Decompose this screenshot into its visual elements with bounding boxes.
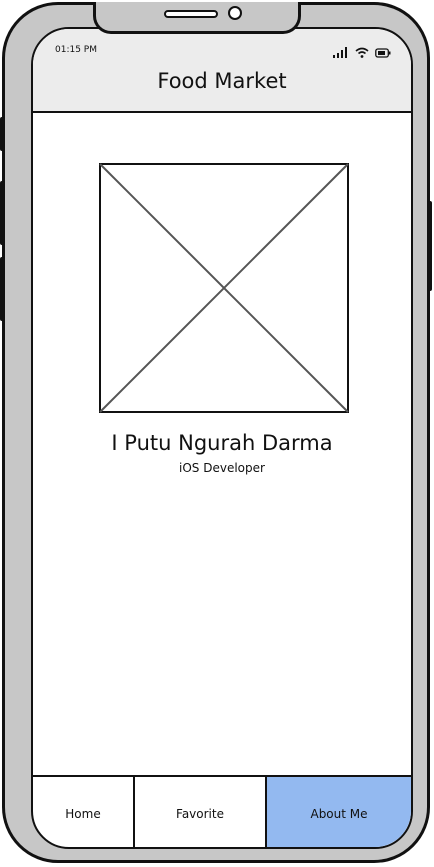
camera-icon — [228, 6, 242, 20]
header: 01:15 PM Food Market — [33, 29, 411, 113]
profile-image-placeholder — [99, 163, 349, 413]
tab-favorite[interactable]: Favorite — [133, 777, 265, 847]
page-title: Food Market — [157, 69, 287, 93]
battery-icon — [375, 43, 391, 62]
tab-favorite-label: Favorite — [176, 807, 224, 821]
status-icons — [333, 43, 391, 62]
side-button-volume-down — [0, 257, 4, 321]
side-button-mute — [0, 117, 4, 151]
tab-bar: Home Favorite About Me — [33, 775, 411, 847]
signal-icon — [333, 43, 349, 62]
side-button-volume-up — [0, 181, 4, 245]
profile-role: iOS Developer — [179, 461, 265, 475]
wifi-icon — [355, 43, 369, 62]
tab-about-me-label: About Me — [310, 807, 368, 821]
tab-home[interactable]: Home — [33, 777, 133, 847]
screen: 01:15 PM Food Market I Putu Ngurah Darma… — [31, 27, 413, 849]
speaker-icon — [164, 10, 218, 18]
status-time: 01:15 PM — [55, 45, 97, 55]
profile-name: I Putu Ngurah Darma — [111, 431, 333, 455]
side-button-power — [428, 201, 432, 291]
tab-about-me[interactable]: About Me — [265, 777, 411, 847]
tab-home-label: Home — [65, 807, 101, 821]
notch — [93, 2, 301, 34]
phone-frame: 01:15 PM Food Market I Putu Ngurah Darma… — [0, 2, 432, 863]
